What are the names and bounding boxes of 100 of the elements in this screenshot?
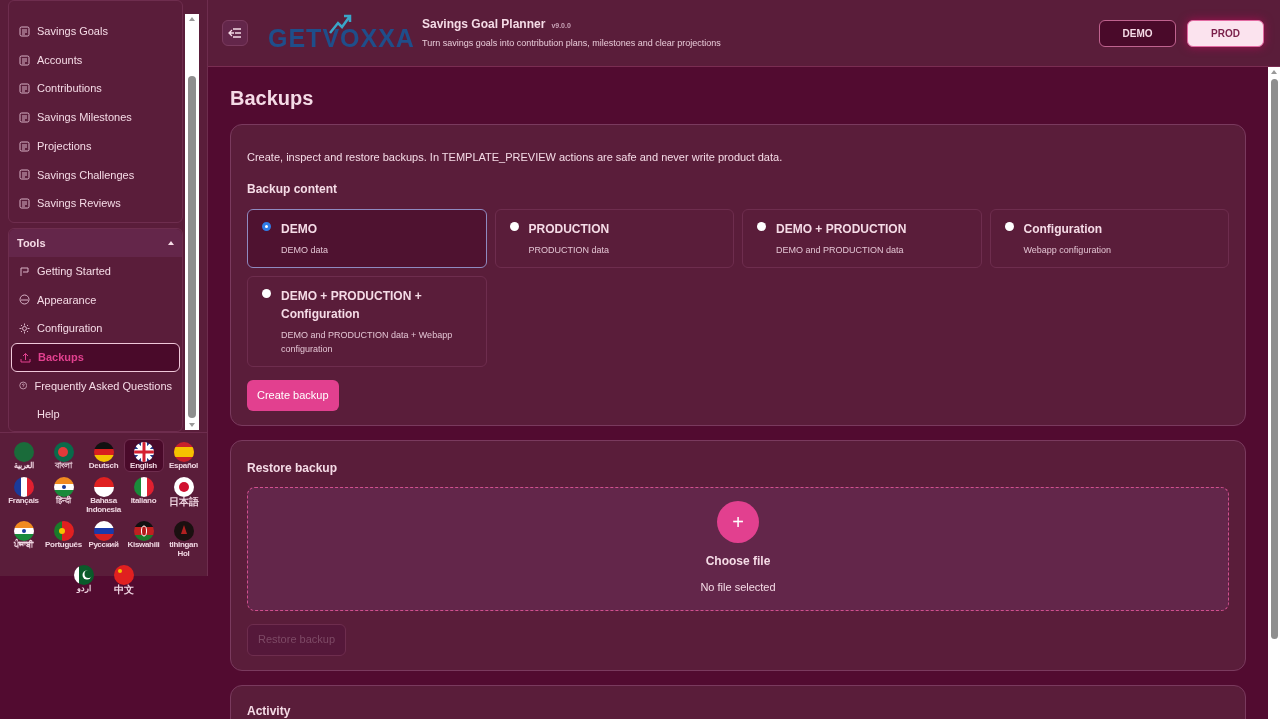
section-label: Tools <box>17 235 46 251</box>
language-label: Español <box>169 462 198 471</box>
section-title: Backup content <box>247 180 338 198</box>
flag-icon <box>93 477 114 498</box>
sidebar-item[interactable]: Frequently Asked Questions <box>11 371 180 401</box>
language-option[interactable]: اردو <box>63 561 104 598</box>
tools-section-header[interactable]: Tools <box>9 228 182 257</box>
collapse-sidebar-button[interactable] <box>222 20 248 46</box>
language-option[interactable]: 日本語 <box>163 474 204 517</box>
language-label: اردو <box>76 584 91 594</box>
section-title: Restore backup <box>247 459 339 477</box>
flag-icon <box>173 521 194 542</box>
create-backup-button[interactable]: Create backup <box>247 379 339 411</box>
document-icon <box>19 169 30 181</box>
backup-option[interactable]: DEMO + PRODUCTION DEMO and PRODUCTION data <box>742 208 982 268</box>
language-label: বাংলা <box>55 462 72 471</box>
language-option[interactable]: हिन्दी <box>43 474 84 517</box>
flag-icon <box>13 477 34 498</box>
palette-icon <box>19 294 30 306</box>
language-label: Português <box>45 541 82 550</box>
nav-item[interactable]: Savings Goals <box>9 17 182 46</box>
language-label: العربية <box>13 462 34 471</box>
nav-item[interactable]: Projections <box>9 131 182 161</box>
mode-button[interactable]: DEMO <box>1099 19 1176 47</box>
language-option[interactable]: 中文 <box>103 561 144 598</box>
option-description: DEMO and PRODUCTION data + Webapp configuration <box>281 328 454 356</box>
option-title: DEMO + PRODUCTION <box>776 220 907 238</box>
option-description: DEMO and PRODUCTION data <box>776 243 905 257</box>
add-file-button[interactable]: + <box>717 501 759 544</box>
option-title: Configuration <box>1023 220 1104 238</box>
language-option[interactable]: ਪੰਜਾਬੀ <box>3 518 44 560</box>
language-option[interactable]: العربية <box>3 439 44 473</box>
language-label: Русский <box>88 541 119 550</box>
language-label: Bahasa Indonesia <box>85 497 123 515</box>
language-option[interactable]: Español <box>163 439 204 473</box>
collapse-icon <box>228 27 242 39</box>
app-title: Savings Goal Planner <box>422 16 546 34</box>
mode-button[interactable]: PROD <box>1187 19 1264 47</box>
nav-item[interactable]: Savings Milestones <box>9 103 182 132</box>
language-option[interactable]: Italiano <box>123 474 164 517</box>
settings-icon <box>19 323 30 335</box>
flag-icon <box>173 477 194 498</box>
help-icon <box>19 380 28 392</box>
language-option[interactable]: tlhIngan Hol <box>163 518 204 560</box>
sidebar-item[interactable]: Appearance <box>11 285 180 315</box>
nav-item[interactable]: Savings Reviews <box>9 189 182 218</box>
sidebar-item[interactable]: Help <box>11 400 180 429</box>
logo: GETVOXXA <box>268 26 415 53</box>
flag-icon <box>53 442 74 462</box>
option-description: Webapp configuration <box>1023 243 1111 257</box>
radio-button[interactable] <box>1004 221 1014 231</box>
nav-item[interactable]: Contributions <box>9 74 182 104</box>
language-option[interactable]: Français <box>3 474 44 517</box>
language-label: English <box>130 462 157 471</box>
language-label: 日本語 <box>168 497 199 508</box>
language-option[interactable]: Kiswahili <box>123 518 164 560</box>
flag-icon <box>93 521 114 542</box>
radio-button[interactable] <box>262 288 271 298</box>
option-description: PRODUCTION data <box>528 243 610 257</box>
option-title: DEMO <box>281 220 318 238</box>
intro-text: Create, inspect and restore backups. In TEMPLATE_PREVIEW actions are safe and never write product data. <box>247 150 784 165</box>
flag-icon <box>133 521 154 542</box>
scrollbar[interactable] <box>1268 67 1280 719</box>
language-option[interactable]: Bahasa Indonesia <box>83 474 124 517</box>
app-subtitle: Turn savings goals into contribution plans, milestones and clear projections <box>422 37 721 51</box>
flag-icon <box>53 521 74 542</box>
document-icon <box>19 197 30 209</box>
nav-item[interactable]: Accounts <box>9 45 182 75</box>
backup-option[interactable]: DEMO + PRODUCTION + Configuration DEMO and PRODUCTION data + Webapp configuration <box>247 275 487 367</box>
language-option[interactable]: English <box>123 439 164 473</box>
language-label: 中文 <box>113 584 134 596</box>
language-label: Français <box>8 497 39 506</box>
option-title: PRODUCTION <box>528 220 610 238</box>
language-option[interactable]: Português <box>43 518 84 560</box>
language-option[interactable]: Русский <box>83 518 124 560</box>
sidebar-item[interactable]: Configuration <box>11 314 180 343</box>
language-label: Kiswahili <box>127 541 160 550</box>
backup-option[interactable]: PRODUCTION PRODUCTION data <box>494 208 734 268</box>
language-label: ਪੰਜਾਬੀ <box>14 541 33 550</box>
language-label: tlhIngan Hol <box>168 541 199 558</box>
language-option[interactable]: বাংলা <box>43 439 84 473</box>
radio-button[interactable] <box>262 221 271 231</box>
file-drop-zone[interactable]: + Choose file No file selected <box>247 486 1229 611</box>
file-status-text: No file selected <box>700 580 776 596</box>
backup-option[interactable]: DEMO DEMO data <box>247 208 487 268</box>
option-description: DEMO data <box>281 243 329 257</box>
backup-option[interactable]: Configuration Webapp configuration <box>989 208 1229 268</box>
radio-button[interactable] <box>509 221 519 231</box>
radio-button[interactable] <box>757 221 766 231</box>
section-title: Activity <box>247 702 292 719</box>
document-icon <box>19 83 30 95</box>
caret-icon <box>168 240 174 245</box>
language-option[interactable]: Deutsch <box>83 439 124 473</box>
sidebar-item[interactable]: Backups <box>11 342 180 372</box>
scrollbar[interactable] <box>185 14 199 430</box>
flag-icon <box>173 442 194 462</box>
language-label: Deutsch <box>88 462 119 471</box>
sidebar-item[interactable]: Getting Started <box>11 256 180 286</box>
page-title: Backups <box>230 86 315 111</box>
nav-item[interactable]: Savings Challenges <box>9 160 182 190</box>
